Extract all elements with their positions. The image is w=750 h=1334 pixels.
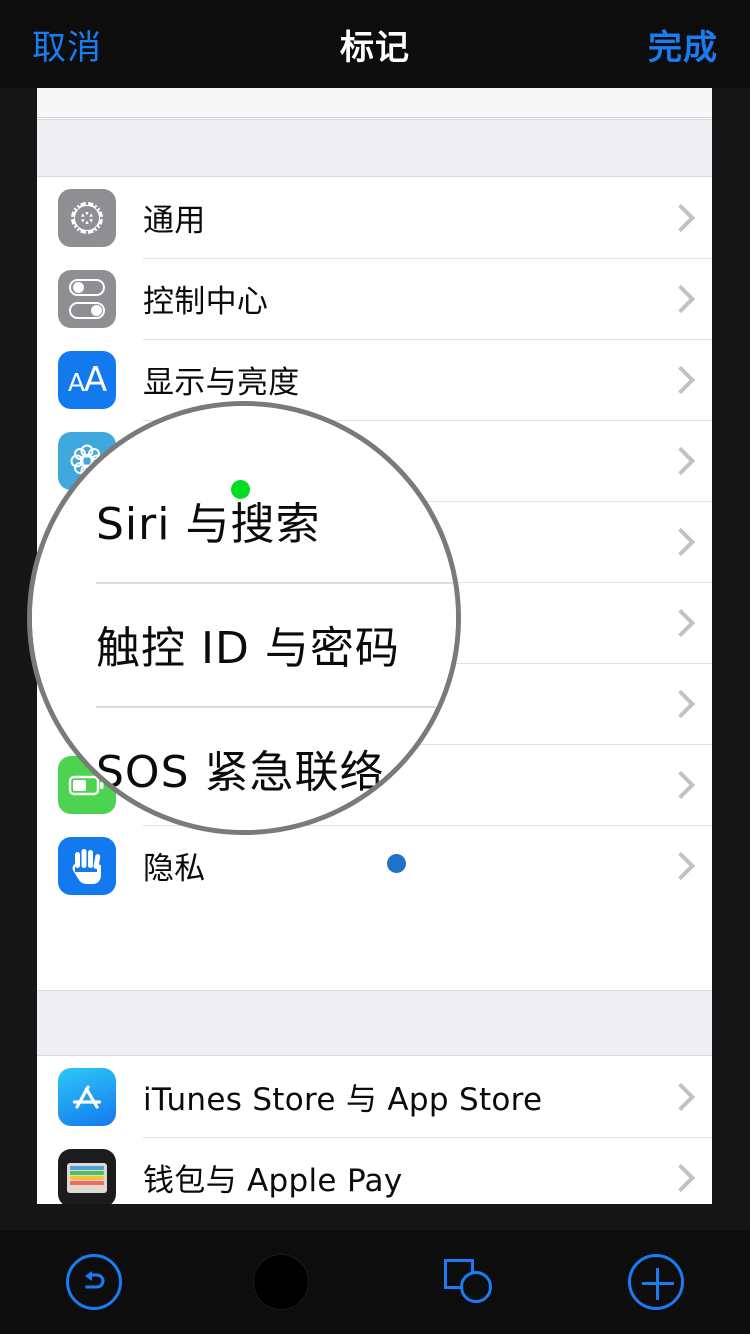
settings-row-label: iTunes Store 与 App Store — [143, 1082, 543, 1118]
add-button[interactable] — [620, 1246, 692, 1318]
gear-icon — [58, 188, 116, 247]
markup-editor-screen: 取消 标记 完成 设置 — [0, 0, 750, 1334]
chevron-right-icon — [670, 1083, 686, 1111]
settings-row-general[interactable]: 通用 — [37, 177, 712, 258]
settings-row-label: 隐私 — [143, 851, 206, 887]
loupe-row-label: 触控 ID 与密码 — [96, 623, 400, 674]
group-separator-middle — [37, 990, 712, 1056]
page-title: 标记 — [340, 27, 410, 68]
screenshot-top-padding — [37, 88, 712, 118]
undo-button[interactable] — [58, 1246, 130, 1318]
color-swatch — [253, 1254, 310, 1310]
settings-row-label: 显示与亮度 — [143, 365, 300, 401]
chevron-right-icon — [670, 771, 686, 799]
chevron-right-icon — [670, 447, 686, 475]
chevron-right-icon — [670, 609, 686, 637]
loupe-row-touch-id: 触控 ID 与密码 — [32, 582, 456, 706]
settings-row-label: 通用 — [143, 203, 206, 239]
chevron-right-icon — [670, 366, 686, 394]
loupe-row-label: Siri 与搜索 — [96, 499, 321, 550]
settings-list-store: iTunes Store 与 App Store 钱包与 Apple Pay — [37, 1056, 712, 1204]
loupe-content: Siri 与搜索 触控 ID 与密码 SOS 紧急联络 — [32, 406, 456, 830]
chevron-right-icon — [670, 528, 686, 556]
settings-row-itunes-app-store[interactable]: iTunes Store 与 App Store — [37, 1056, 712, 1137]
settings-row-label: 钱包与 Apple Pay — [143, 1163, 403, 1199]
chevron-right-icon — [670, 285, 686, 313]
shapes-icon — [443, 1257, 494, 1307]
group-separator-top — [37, 119, 712, 177]
undo-icon — [65, 1254, 122, 1310]
settings-row-control-center[interactable]: 控制中心 — [37, 258, 712, 339]
done-button[interactable]: 完成 — [648, 20, 718, 69]
plus-circle-icon — [628, 1254, 685, 1310]
settings-row-privacy[interactable]: 隐私 — [37, 825, 712, 906]
magnifier-loupe[interactable]: Siri 与搜索 触控 ID 与密码 SOS 紧急联络 — [27, 401, 461, 835]
loupe-row-sos: SOS 紧急联络 — [32, 706, 456, 830]
cancel-button[interactable]: 取消 — [32, 20, 102, 69]
shapes-button[interactable] — [433, 1246, 505, 1318]
chevron-right-icon — [670, 690, 686, 718]
chevron-right-icon — [670, 1164, 686, 1192]
markup-toolbar — [0, 1230, 750, 1334]
resize-handle-green[interactable] — [231, 480, 250, 499]
loupe-row-siri-search: Siri 与搜索 — [32, 458, 456, 582]
markup-canvas[interactable]: 设置 — [0, 88, 750, 1230]
zoom-handle-blue[interactable] — [387, 854, 406, 873]
navigation-bar: 取消 标记 完成 — [0, 0, 750, 88]
color-swatch-black[interactable] — [245, 1246, 317, 1318]
chevron-right-icon — [670, 204, 686, 232]
display-brightness-icon: AA — [58, 350, 116, 409]
app-store-icon — [58, 1067, 116, 1126]
privacy-hand-icon — [58, 836, 116, 895]
settings-row-label: 控制中心 — [143, 284, 269, 320]
control-center-icon — [58, 269, 116, 328]
settings-row-wallet-apple-pay[interactable]: 钱包与 Apple Pay — [37, 1137, 712, 1204]
chevron-right-icon — [670, 852, 686, 880]
loupe-row-label: SOS 紧急联络 — [96, 747, 385, 798]
wallet-icon — [58, 1148, 116, 1204]
